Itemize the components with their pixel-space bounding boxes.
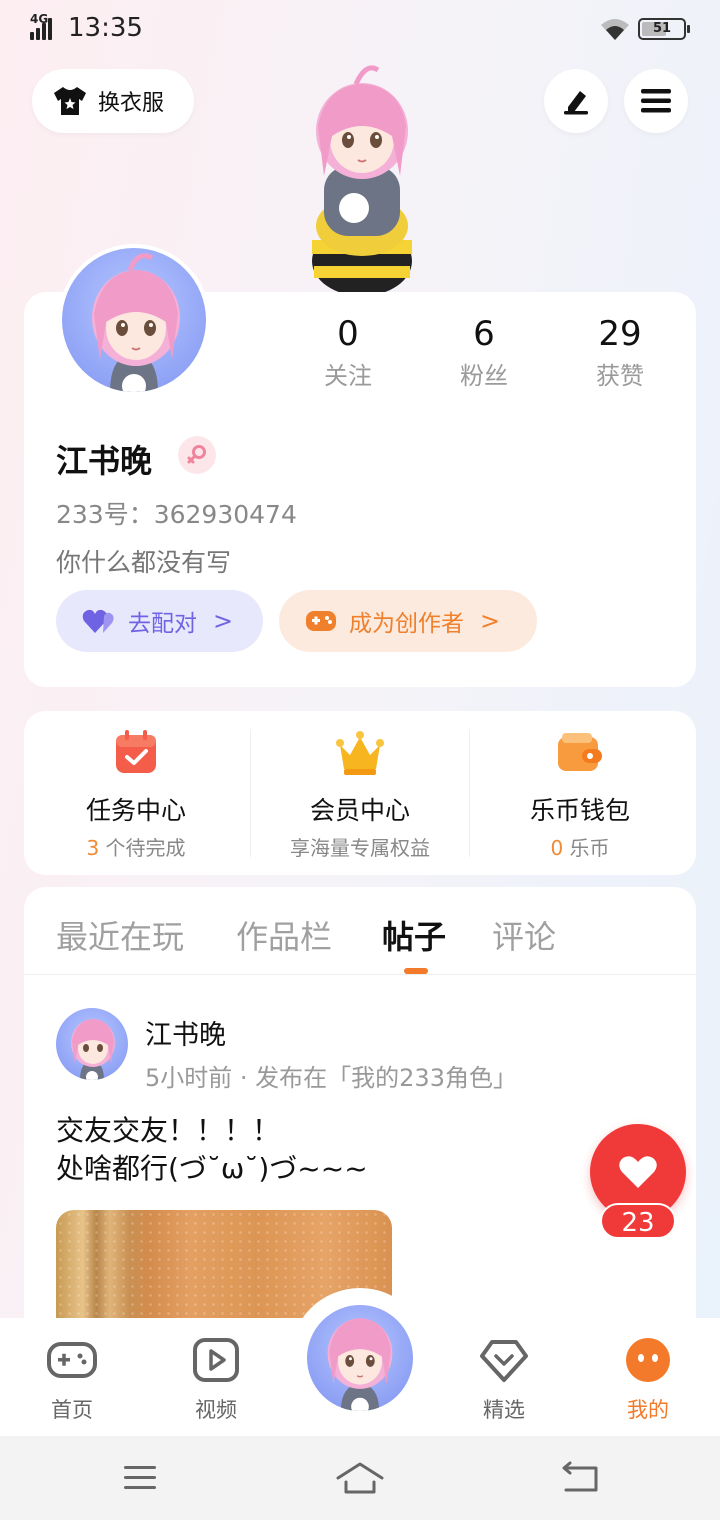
post-line-2: 处啥都行(づ˘ω˘)づ~~~ xyxy=(56,1152,368,1185)
user-id: 233号：362930474 xyxy=(56,500,297,529)
vip-center[interactable]: 会员中心 享海量专属权益 xyxy=(248,711,472,875)
post-author-avatar[interactable] xyxy=(56,1008,128,1080)
likes-label: 获赞 xyxy=(596,362,644,390)
avatar-portrait xyxy=(71,1019,115,1080)
nav-avatar-button[interactable] xyxy=(304,1302,416,1414)
recent-apps-icon[interactable] xyxy=(118,1458,162,1498)
tab-works[interactable]: 作品栏 xyxy=(236,912,332,958)
character-3d-avatar[interactable] xyxy=(296,56,428,292)
change-outfit-label: 换衣服 xyxy=(98,91,165,116)
nav-home-label: 首页 xyxy=(51,1398,93,1422)
tab-posts[interactable]: 帖子 xyxy=(382,912,446,958)
stat-following[interactable]: 0 关注 xyxy=(288,314,408,391)
calendar-check-icon xyxy=(116,730,156,773)
nav-featured-label: 精选 xyxy=(483,1398,525,1422)
home-icon[interactable] xyxy=(336,1458,384,1498)
video-play-icon xyxy=(193,1338,239,1382)
post-meta: 5小时前 · 发布在「我的233角色」 xyxy=(145,1064,517,1092)
nav-home[interactable]: 首页 xyxy=(22,1336,122,1424)
nav-video-label: 视频 xyxy=(195,1398,237,1422)
stat-likes[interactable]: 29 获赞 xyxy=(560,314,680,391)
back-icon[interactable] xyxy=(558,1458,602,1498)
following-label: 关注 xyxy=(324,362,372,390)
nav-video[interactable]: 视频 xyxy=(166,1336,266,1424)
heart-icon xyxy=(619,1156,657,1188)
clock: 13:35 xyxy=(68,13,143,43)
crown-icon xyxy=(336,731,384,775)
wallet-icon xyxy=(558,733,602,771)
profile-avatar[interactable] xyxy=(58,244,210,396)
wifi-icon xyxy=(601,19,629,40)
avatar-portrait xyxy=(92,253,180,392)
coin-wallet-title: 乐币钱包 xyxy=(529,796,630,825)
signal-icon: 4G xyxy=(30,12,60,40)
double-heart-icon xyxy=(82,609,114,633)
tab-comments[interactable]: 评论 xyxy=(492,912,556,958)
coin-wallet-sub: 0 乐币 xyxy=(550,836,610,860)
like-count-badge: 23 xyxy=(600,1203,676,1239)
become-creator-button[interactable]: 成为创作者 > xyxy=(279,590,537,652)
gamepad-icon xyxy=(47,1342,97,1378)
hamburger-menu-icon xyxy=(641,89,671,113)
gamepad-icon xyxy=(306,611,336,631)
user-bio: 你什么都没有写 xyxy=(56,548,232,577)
following-count: 0 xyxy=(337,314,359,354)
username: 江书晚 xyxy=(56,442,153,480)
match-label: 去配对 xyxy=(128,611,197,637)
avatar-portrait xyxy=(327,1318,393,1411)
task-center-sub: 3 个待完成 xyxy=(86,836,186,860)
nav-mine[interactable]: 我的 xyxy=(598,1336,698,1424)
divider xyxy=(24,974,696,975)
face-icon xyxy=(626,1338,670,1382)
nav-featured[interactable]: 精选 xyxy=(454,1336,554,1424)
followers-label: 粉丝 xyxy=(460,362,508,390)
coin-wallet[interactable]: 乐币钱包 0 乐币 xyxy=(468,711,692,875)
battery-level: 51 xyxy=(652,21,672,36)
edit-button[interactable] xyxy=(544,69,608,133)
nav-mine-label: 我的 xyxy=(627,1398,669,1422)
status-bar: 4G 13:35 51 xyxy=(0,0,720,60)
stat-followers[interactable]: 6 粉丝 xyxy=(424,314,544,391)
likes-count: 29 xyxy=(598,314,642,354)
change-outfit-button[interactable]: 换衣服 xyxy=(32,69,194,133)
post-line-1: 交友交友！！！！ xyxy=(56,1114,281,1147)
chevron-right-icon: > xyxy=(213,607,234,635)
heart-diamond-icon xyxy=(480,1340,528,1382)
vip-center-title: 会员中心 xyxy=(309,796,410,825)
match-button[interactable]: 去配对 > xyxy=(56,590,263,652)
tshirt-icon xyxy=(54,87,86,115)
chevron-right-icon: > xyxy=(480,607,501,635)
services-card: 任务中心 3 个待完成 会员中心 享海量专属权益 乐币钱包 0 乐币 xyxy=(24,711,696,875)
become-creator-label: 成为创作者 xyxy=(349,611,464,637)
battery-icon: 51 xyxy=(638,18,690,40)
menu-button[interactable] xyxy=(624,69,688,133)
followers-count: 6 xyxy=(473,314,495,354)
post-author-name[interactable]: 江书晚 xyxy=(145,1013,226,1052)
task-center-title: 任务中心 xyxy=(85,796,186,825)
post-content[interactable]: 交友交友！！！！ 处啥都行(づ˘ω˘)づ~~~ xyxy=(56,1112,368,1188)
pen-icon xyxy=(564,91,588,115)
female-gender-icon xyxy=(178,436,216,474)
vip-center-sub: 享海量专属权益 xyxy=(290,836,430,860)
tab-recent-played[interactable]: 最近在玩 xyxy=(56,912,184,958)
task-center[interactable]: 任务中心 3 个待完成 xyxy=(24,711,248,875)
